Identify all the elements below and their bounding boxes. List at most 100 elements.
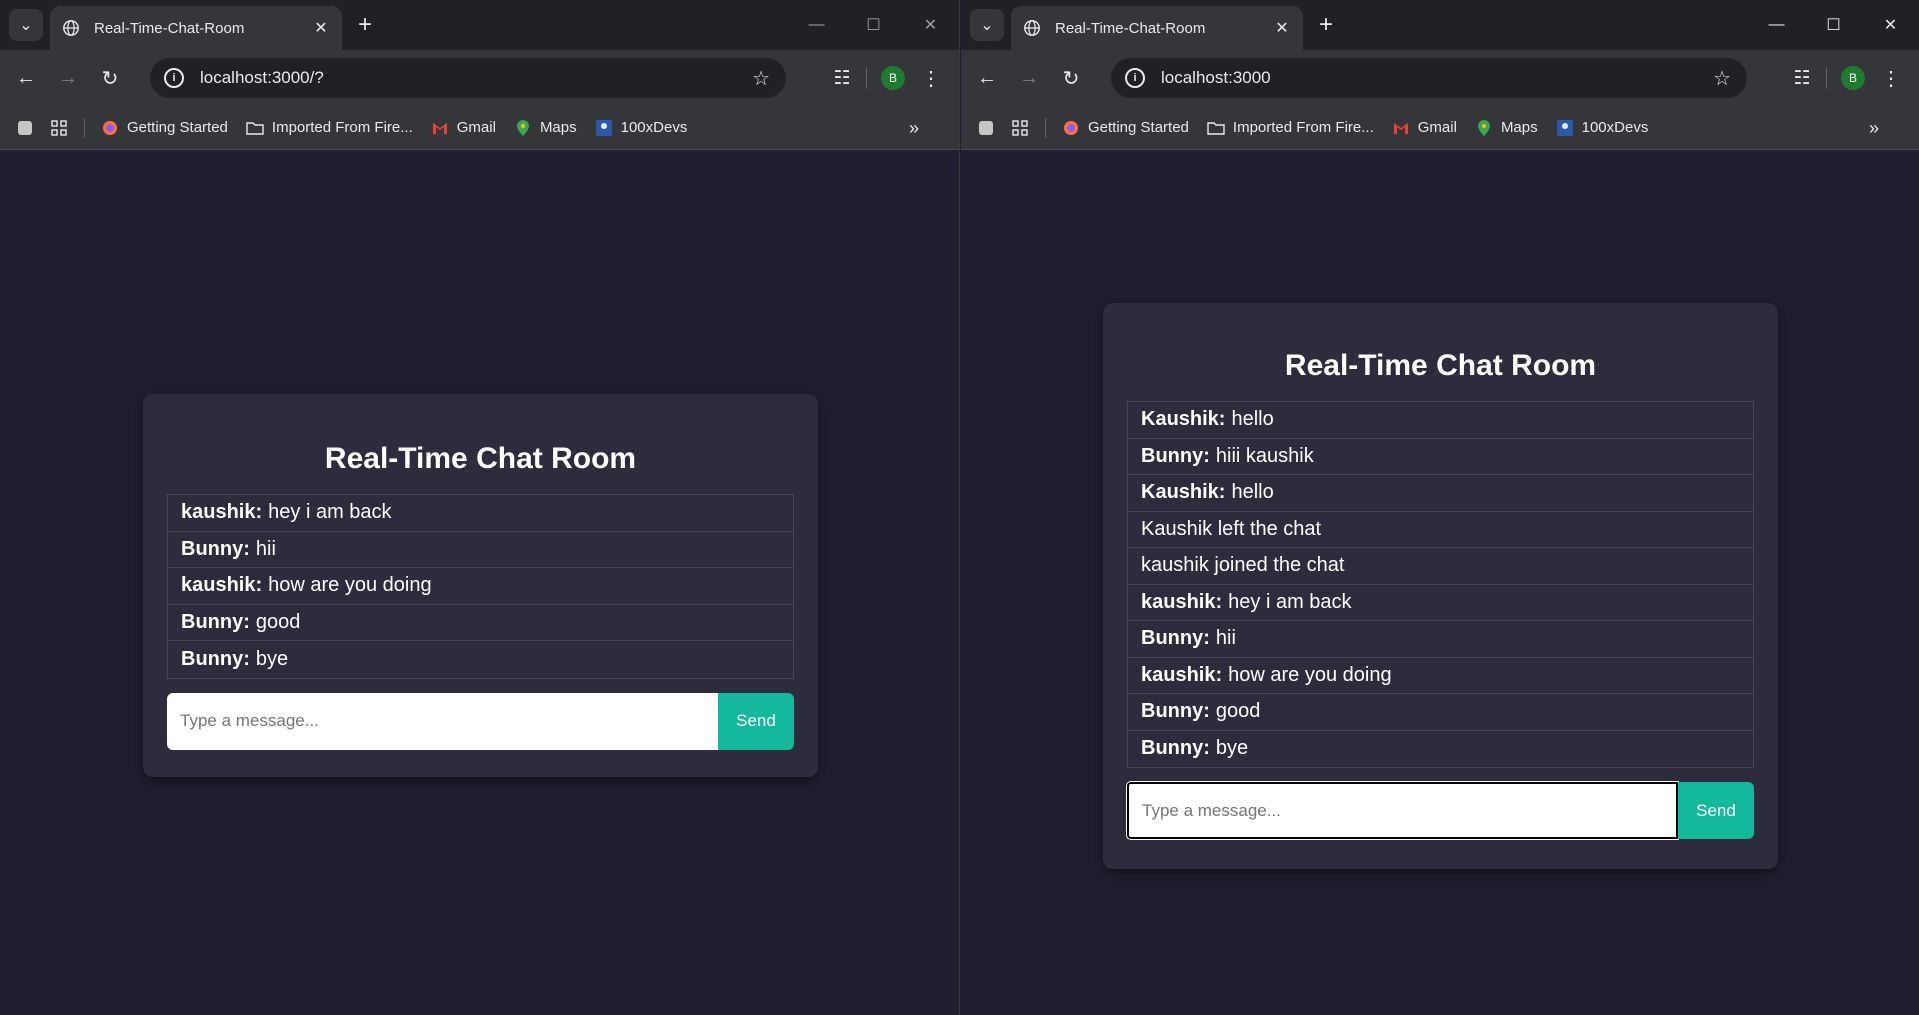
message-item: kaushik: hey i am back bbox=[1128, 585, 1753, 621]
more-bookmarks-icon[interactable]: » bbox=[1869, 118, 1879, 139]
tab-active[interactable]: Real-Time-Chat-Room ✕ bbox=[50, 6, 342, 50]
extensions-icon[interactable]: ☷ bbox=[1786, 62, 1818, 94]
message-item: Bunny: hii bbox=[168, 532, 793, 568]
toolbar-divider bbox=[1826, 67, 1827, 89]
more-menu-icon[interactable]: ⋮ bbox=[919, 62, 943, 94]
bookmark-star-icon[interactable]: ☆ bbox=[752, 66, 770, 91]
new-tab-button[interactable]: + bbox=[352, 13, 378, 39]
firefox-icon bbox=[101, 119, 119, 137]
toolbar-divider bbox=[866, 67, 867, 89]
message-item: kaushik: how are you doing bbox=[168, 568, 793, 605]
tab-groups-icon[interactable] bbox=[977, 119, 995, 137]
globe-icon bbox=[63, 20, 79, 36]
message-item: Bunny: hii bbox=[1128, 621, 1753, 658]
maximize-icon[interactable]: ☐ bbox=[845, 12, 902, 38]
tab-active[interactable]: Real-Time-Chat-Room ✕ bbox=[1011, 6, 1303, 50]
site-info-icon[interactable]: i bbox=[164, 68, 184, 88]
message-item: Kaushik: hello bbox=[1128, 402, 1753, 439]
chevron-down-icon: ⌄ bbox=[19, 17, 33, 34]
site-info-icon[interactable]: i bbox=[1125, 68, 1145, 88]
close-tab-icon[interactable]: ✕ bbox=[1273, 19, 1291, 37]
bookmark-star-icon[interactable]: ☆ bbox=[1713, 66, 1731, 91]
chat-container: Real-Time Chat Room kaushik: hey i am bac… bbox=[143, 394, 818, 777]
tab-search-button[interactable]: ⌄ bbox=[970, 9, 1004, 41]
bookmark-maps[interactable]: Maps bbox=[1475, 119, 1538, 137]
maximize-icon[interactable]: ☐ bbox=[1805, 12, 1862, 38]
close-window-icon[interactable]: ✕ bbox=[1862, 12, 1919, 38]
bookmark-imported-folder[interactable]: Imported From Fire... bbox=[1207, 119, 1374, 137]
page-viewport: Real-Time Chat Room Kaushik: hello Bunny:… bbox=[961, 151, 1919, 1015]
profile-avatar[interactable]: B bbox=[1841, 66, 1865, 90]
minimize-icon[interactable]: — bbox=[1748, 12, 1805, 38]
browser-window-right: ⌄ Real-Time-Chat-Room ✕ + — ☐ ✕ ← → ↻ i … bbox=[961, 0, 1919, 1015]
message-compose: Send bbox=[1127, 782, 1754, 839]
close-window-icon[interactable]: ✕ bbox=[902, 12, 959, 38]
window-controls: — ☐ ✕ bbox=[788, 12, 959, 38]
send-button[interactable]: Send bbox=[718, 692, 794, 750]
profile-avatar[interactable]: B bbox=[881, 66, 905, 90]
bookmark-imported-folder[interactable]: Imported From Fire... bbox=[246, 119, 413, 137]
more-menu-icon[interactable]: ⋮ bbox=[1879, 62, 1903, 94]
tab-strip: ⌄ Real-Time-Chat-Room ✕ + — ☐ ✕ bbox=[0, 0, 959, 50]
address-bar[interactable]: i localhost:3000/? ☆ bbox=[150, 58, 786, 98]
minimize-icon[interactable]: — bbox=[788, 12, 845, 38]
bookmark-gmail[interactable]: Gmail bbox=[431, 119, 496, 137]
message-item: Kaushik: hello bbox=[1128, 475, 1753, 512]
url-text: localhost:3000/? bbox=[200, 68, 324, 87]
message-item: Bunny: hiii kaushik bbox=[1128, 439, 1753, 475]
apps-grid-icon[interactable] bbox=[50, 119, 68, 137]
bookmark-gmail[interactable]: Gmail bbox=[1392, 119, 1457, 137]
100xdevs-icon bbox=[595, 119, 613, 137]
message-item: kaushik: how are you doing bbox=[1128, 658, 1753, 694]
message-item: kaushik: hey i am back bbox=[168, 495, 793, 532]
new-tab-button[interactable]: + bbox=[1313, 13, 1339, 39]
bookmark-getting-started[interactable]: Getting Started bbox=[101, 119, 228, 137]
maps-icon bbox=[514, 119, 532, 137]
tab-strip: ⌄ Real-Time-Chat-Room ✕ + — ☐ ✕ bbox=[961, 0, 1919, 50]
chevron-down-icon: ⌄ bbox=[980, 17, 994, 34]
tab-title: Real-Time-Chat-Room bbox=[1055, 19, 1206, 37]
tab-title: Real-Time-Chat-Room bbox=[94, 19, 245, 37]
browser-toolbar: ← → ↻ i localhost:3000 ☆ ☷ B ⋮ bbox=[961, 50, 1919, 106]
tab-search-button[interactable]: ⌄ bbox=[9, 9, 43, 41]
close-tab-icon[interactable]: ✕ bbox=[312, 19, 330, 37]
reload-button[interactable]: ↻ bbox=[94, 62, 126, 94]
reload-button[interactable]: ↻ bbox=[1055, 62, 1087, 94]
system-message: kaushik joined the chat bbox=[1128, 548, 1753, 585]
message-item: Bunny: bye bbox=[181, 647, 289, 670]
bookmarks-divider bbox=[84, 117, 85, 138]
message-list: Kaushik: hello Bunny: hiii kaushik Kaushik… bbox=[1127, 401, 1754, 768]
message-input[interactable] bbox=[1127, 782, 1678, 839]
forward-button[interactable]: → bbox=[1013, 62, 1045, 94]
100xdevs-icon bbox=[1556, 119, 1574, 137]
send-button[interactable]: Send bbox=[1678, 782, 1754, 839]
folder-icon bbox=[1207, 119, 1225, 137]
system-message: Kaushik left the chat bbox=[1128, 512, 1753, 548]
apps-grid-icon[interactable] bbox=[1011, 119, 1029, 137]
desktop: ⌄ Real-Time-Chat-Room ✕ + — ☐ ✕ ← → ↻ i … bbox=[0, 0, 1919, 1015]
message-item: Bunny: good bbox=[1128, 694, 1753, 731]
gmail-icon bbox=[1392, 119, 1410, 137]
firefox-icon bbox=[1062, 119, 1080, 137]
chat-title: Real-Time Chat Room bbox=[1284, 349, 1597, 382]
url-text: localhost:3000 bbox=[1161, 68, 1271, 87]
back-button[interactable]: ← bbox=[971, 62, 1003, 94]
address-bar[interactable]: i localhost:3000 ☆ bbox=[1111, 58, 1747, 98]
forward-button[interactable]: → bbox=[52, 62, 84, 94]
window-controls: — ☐ ✕ bbox=[1748, 12, 1919, 38]
message-item: Bunny: bye bbox=[1141, 737, 1249, 760]
more-bookmarks-icon[interactable]: » bbox=[909, 118, 919, 139]
bookmark-100xdevs[interactable]: 100xDevs bbox=[595, 119, 687, 137]
bookmark-100xdevs[interactable]: 100xDevs bbox=[1556, 119, 1648, 137]
bookmarks-divider bbox=[1045, 117, 1046, 138]
browser-toolbar: ← → ↻ i localhost:3000/? ☆ ☷ B ⋮ bbox=[0, 50, 959, 106]
page-viewport: Real-Time Chat Room kaushik: hey i am bac… bbox=[0, 151, 959, 1015]
tab-groups-icon[interactable] bbox=[16, 119, 34, 137]
bookmark-maps[interactable]: Maps bbox=[514, 119, 577, 137]
bookmark-getting-started[interactable]: Getting Started bbox=[1062, 119, 1189, 137]
chat-title: Real-Time Chat Room bbox=[324, 442, 637, 475]
back-button[interactable]: ← bbox=[10, 62, 42, 94]
message-list: kaushik: hey i am back Bunny: hii kaushik:… bbox=[167, 494, 794, 679]
message-input[interactable] bbox=[167, 692, 718, 750]
extensions-icon[interactable]: ☷ bbox=[826, 62, 858, 94]
